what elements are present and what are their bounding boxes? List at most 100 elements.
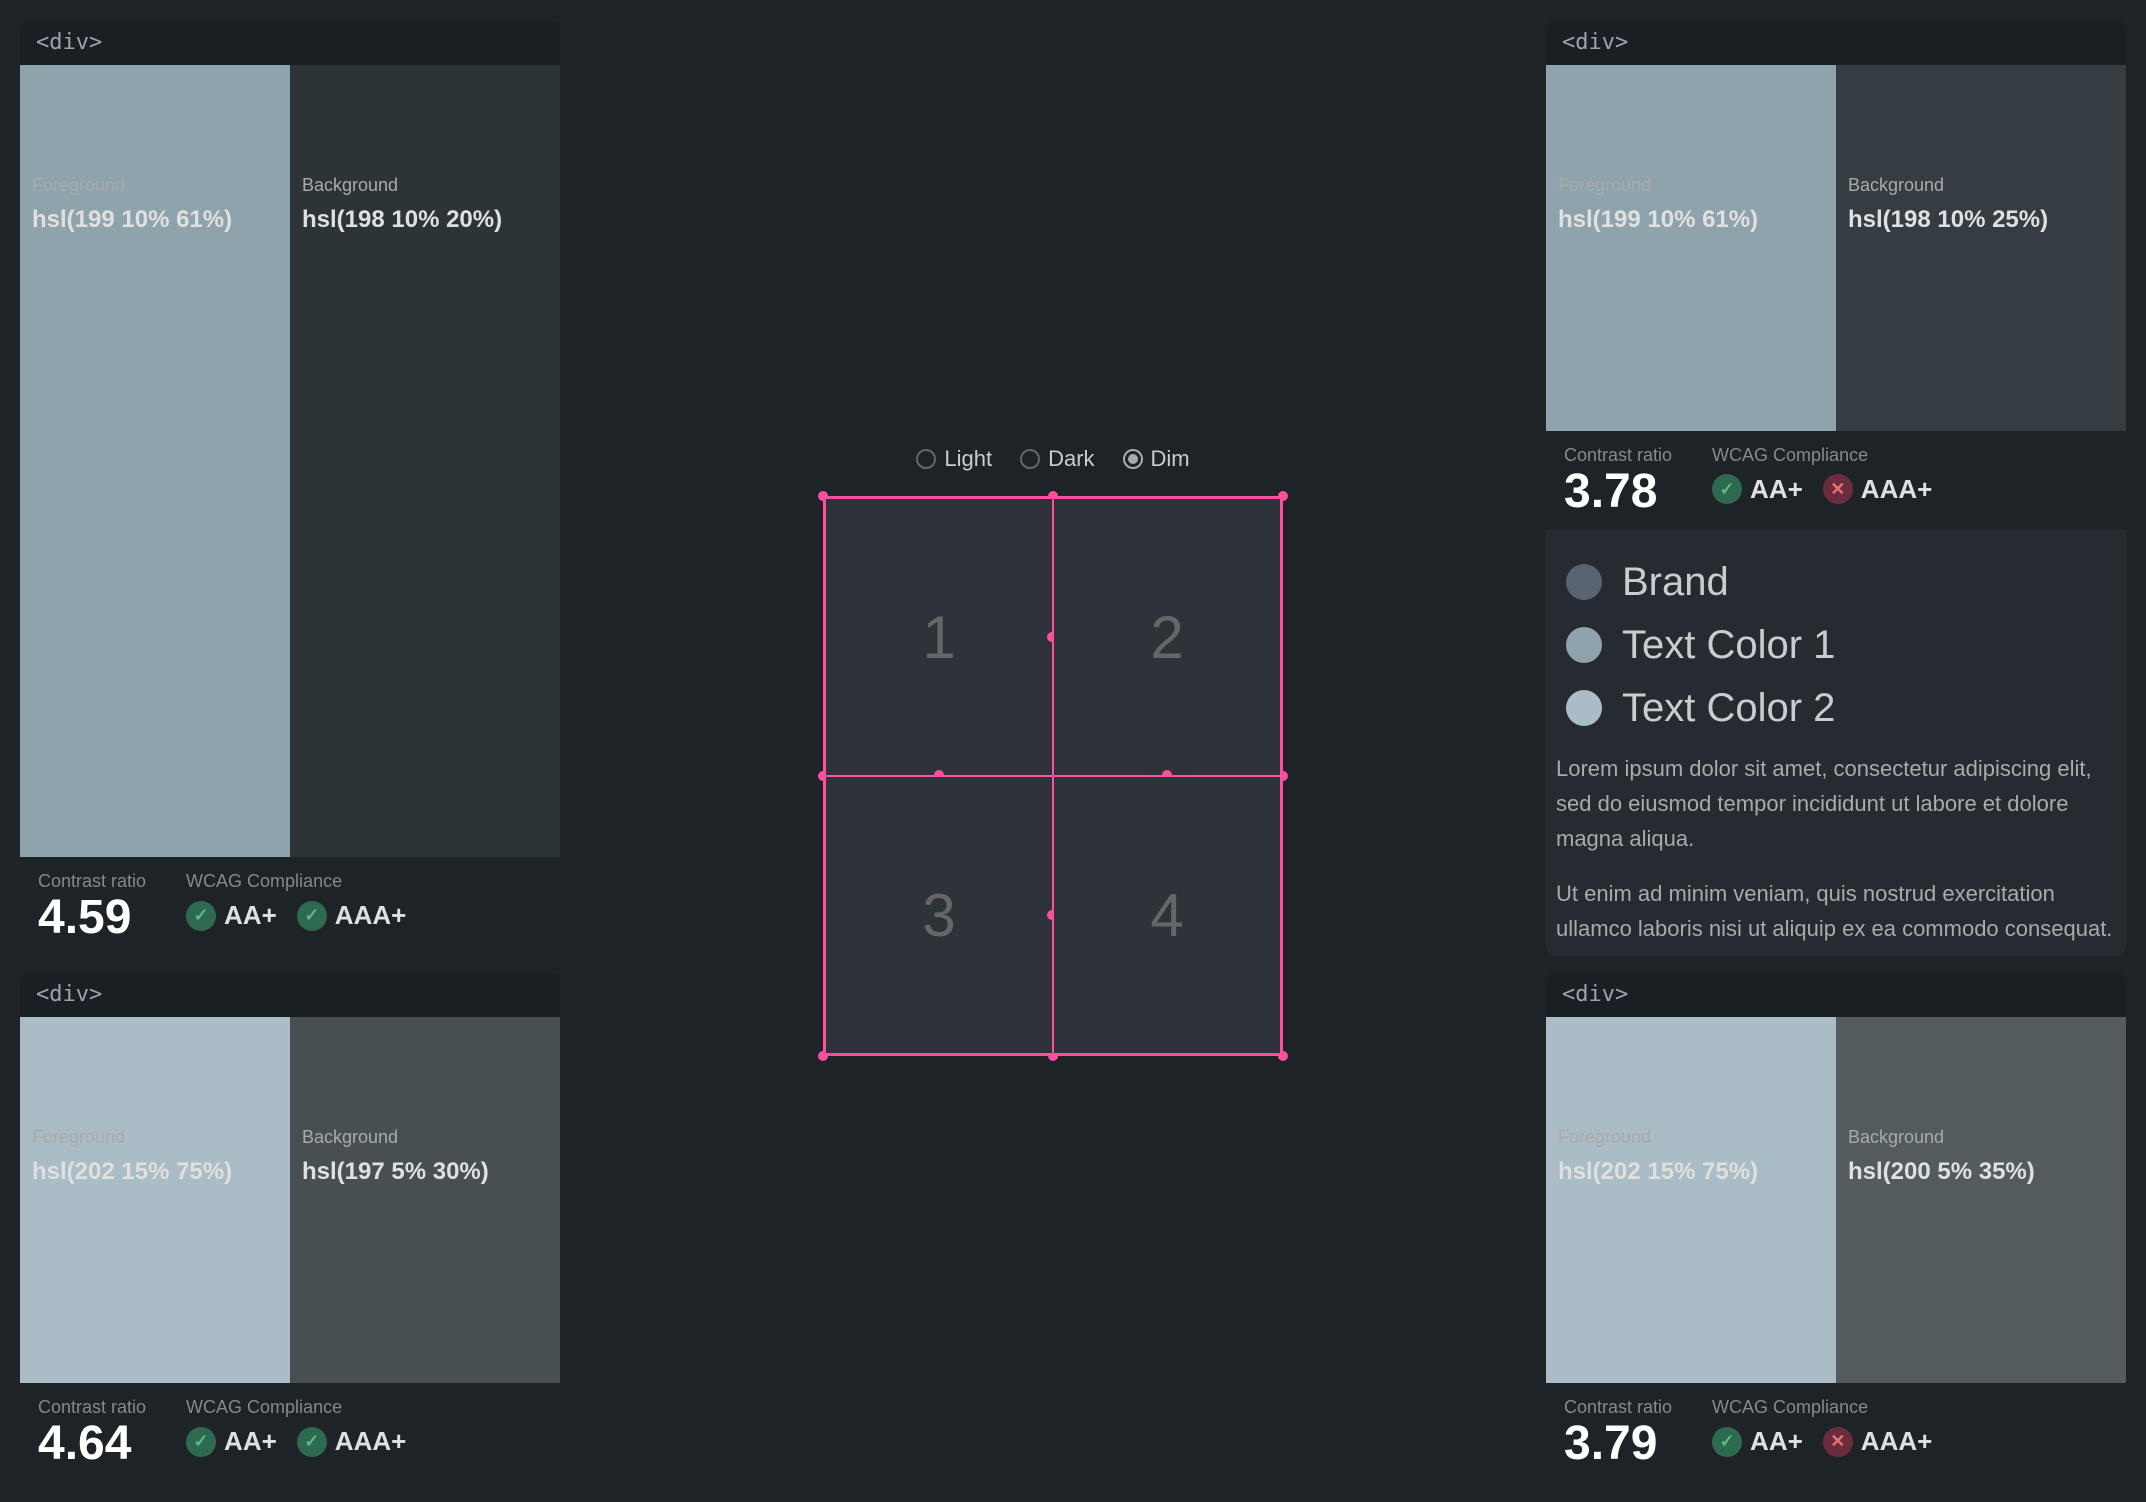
- brand-label: Brand: [1622, 560, 1729, 605]
- aa-badge-br: ✓ AA+: [1712, 1426, 1803, 1457]
- body-text: Lorem ipsum dolor sit amet, consectetur …: [1546, 741, 2126, 957]
- theme-light[interactable]: Light: [916, 446, 992, 472]
- grid-cell-1: 1: [825, 498, 1053, 776]
- card-tag-bl: <div>: [20, 972, 560, 1017]
- wcag-label-br: WCAG Compliance: [1712, 1397, 1932, 1418]
- aa-label-tl: AA+: [224, 900, 277, 931]
- fg-label-tl: Foreground: [20, 165, 290, 206]
- aaa-icon-br: ✕: [1823, 1427, 1853, 1457]
- bg-value-bl: hsl(197 5% 30%): [290, 1158, 560, 1200]
- contrast-label-bl: Contrast ratio: [38, 1397, 146, 1418]
- fg-label-bl: Foreground: [20, 1117, 290, 1158]
- contrast-section-tl: Contrast ratio 4.59: [38, 871, 146, 942]
- grid-cell-3: 3: [825, 776, 1053, 1054]
- wcag-section-tl: WCAG Compliance ✓ AA+ ✓ AAA+: [186, 871, 406, 931]
- grid-cell-4: 4: [1053, 776, 1281, 1054]
- swatch-bg-tl: Background hsl(198 10% 20%): [290, 65, 560, 857]
- color-swatches-tr: Foreground hsl(199 10% 61%) Background h…: [1546, 65, 2126, 431]
- contrast-value-tr: 3.78: [1564, 468, 1672, 516]
- bg-label-tr: Background: [1836, 165, 2126, 206]
- theme-dark[interactable]: Dark: [1020, 446, 1094, 472]
- card-stats-tr: Contrast ratio 3.78 WCAG Compliance ✓ AA…: [1546, 431, 2126, 530]
- grid-cell-2: 2: [1053, 498, 1281, 776]
- top-right-card: <div> Foreground hsl(199 10% 61%) Backgr…: [1546, 20, 2126, 956]
- radio-dim[interactable]: [1123, 449, 1143, 469]
- body-para-2: Ut enim ad minim veniam, quis nostrud ex…: [1556, 876, 2116, 946]
- aaa-label-br: AAA+: [1861, 1426, 1933, 1457]
- wcag-label-bl: WCAG Compliance: [186, 1397, 406, 1418]
- wcag-badges-tr: ✓ AA+ ✕ AAA+: [1712, 474, 1932, 505]
- card-stats-tl: Contrast ratio 4.59 WCAG Compliance ✓ AA…: [20, 857, 560, 956]
- body-para-1: Lorem ipsum dolor sit amet, consectetur …: [1556, 751, 2116, 857]
- fg-value-tr: hsl(199 10% 61%): [1546, 206, 1836, 248]
- aa-badge-tl: ✓ AA+: [186, 900, 277, 931]
- bg-value-tl: hsl(198 10% 20%): [290, 206, 560, 248]
- legend-section: Brand Text Color 1 Text Color 2: [1546, 530, 2126, 741]
- card-tag-tr: <div>: [1546, 20, 2126, 65]
- aaa-label-bl: AAA+: [335, 1426, 407, 1457]
- bottom-left-card: <div> Foreground hsl(202 15% 75%) Backgr…: [20, 972, 560, 1482]
- card-tag-tl: <div>: [20, 20, 560, 65]
- aa-label-br: AA+: [1750, 1426, 1803, 1457]
- center-panel: Light Dark Dim 1: [576, 20, 1530, 1482]
- contrast-section-bl: Contrast ratio 4.64: [38, 1397, 146, 1468]
- contrast-value-bl: 4.64: [38, 1420, 146, 1468]
- bg-value-br: hsl(200 5% 35%): [1836, 1158, 2126, 1200]
- wcag-section-br: WCAG Compliance ✓ AA+ ✕ AAA+: [1712, 1397, 1932, 1457]
- wcag-section-tr: WCAG Compliance ✓ AA+ ✕ AAA+: [1712, 445, 1932, 505]
- contrast-label-tl: Contrast ratio: [38, 871, 146, 892]
- fg-value-tl: hsl(199 10% 61%): [20, 206, 290, 248]
- bottom-right-card: <div> Foreground hsl(202 15% 75%) Backgr…: [1546, 972, 2126, 1482]
- swatch-fg-bl: Foreground hsl(202 15% 75%): [20, 1017, 290, 1383]
- text1-label: Text Color 1: [1622, 623, 1835, 668]
- wcag-badges-bl: ✓ AA+ ✓ AAA+: [186, 1426, 406, 1457]
- cell-label-4: 4: [1150, 881, 1183, 950]
- aa-label-tr: AA+: [1750, 474, 1803, 505]
- aaa-badge-tr: ✕ AAA+: [1823, 474, 1933, 505]
- radio-dark[interactable]: [1020, 449, 1040, 469]
- contrast-label-tr: Contrast ratio: [1564, 445, 1672, 466]
- theme-dim[interactable]: Dim: [1123, 446, 1190, 472]
- aaa-badge-bl: ✓ AAA+: [297, 1426, 407, 1457]
- aaa-label-tl: AAA+: [335, 900, 407, 931]
- aaa-badge-tl: ✓ AAA+: [297, 900, 407, 931]
- cell-label-2: 2: [1150, 603, 1183, 672]
- swatch-fg-tr: Foreground hsl(199 10% 61%): [1546, 65, 1836, 431]
- aa-icon-bl: ✓: [186, 1427, 216, 1457]
- bg-label-br: Background: [1836, 1117, 2126, 1158]
- fg-value-br: hsl(202 15% 75%): [1546, 1158, 1836, 1200]
- aa-label-bl: AA+: [224, 1426, 277, 1457]
- color-swatches-br: Foreground hsl(202 15% 75%) Background h…: [1546, 1017, 2126, 1383]
- contrast-label-br: Contrast ratio: [1564, 1397, 1672, 1418]
- card-stats-bl: Contrast ratio 4.64 WCAG Compliance ✓ AA…: [20, 1383, 560, 1482]
- text1-dot: [1566, 627, 1602, 663]
- bg-value-tr: hsl(198 10% 25%): [1836, 206, 2126, 248]
- legend-brand: Brand: [1566, 560, 2106, 605]
- grid-canvas: 1 2 3 4: [823, 496, 1283, 1056]
- radio-light[interactable]: [916, 449, 936, 469]
- aa-badge-tr: ✓ AA+: [1712, 474, 1803, 505]
- aa-icon-tl: ✓: [186, 901, 216, 931]
- color-swatches-bl: Foreground hsl(202 15% 75%) Background h…: [20, 1017, 560, 1383]
- wcag-label-tl: WCAG Compliance: [186, 871, 406, 892]
- swatch-bg-br: Background hsl(200 5% 35%): [1836, 1017, 2126, 1383]
- brand-dot: [1566, 564, 1602, 600]
- contrast-value-br: 3.79: [1564, 1420, 1672, 1468]
- theme-selector: Light Dark Dim: [916, 446, 1189, 472]
- aa-badge-bl: ✓ AA+: [186, 1426, 277, 1457]
- aaa-icon-tr: ✕: [1823, 474, 1853, 504]
- swatch-bg-tr: Background hsl(198 10% 25%): [1836, 65, 2126, 431]
- contrast-section-tr: Contrast ratio 3.78: [1564, 445, 1672, 516]
- aa-icon-br: ✓: [1712, 1427, 1742, 1457]
- theme-dark-label: Dark: [1048, 446, 1094, 472]
- bg-label-bl: Background: [290, 1117, 560, 1158]
- aaa-icon-bl: ✓: [297, 1427, 327, 1457]
- legend-text2: Text Color 2: [1566, 686, 2106, 731]
- contrast-section-br: Contrast ratio 3.79: [1564, 1397, 1672, 1468]
- fg-value-bl: hsl(202 15% 75%): [20, 1158, 290, 1200]
- swatch-fg-br: Foreground hsl(202 15% 75%): [1546, 1017, 1836, 1383]
- contrast-value-tl: 4.59: [38, 894, 146, 942]
- grid-container: 1 2 3 4: [823, 496, 1283, 1056]
- aaa-badge-br: ✕ AAA+: [1823, 1426, 1933, 1457]
- aaa-icon-tl: ✓: [297, 901, 327, 931]
